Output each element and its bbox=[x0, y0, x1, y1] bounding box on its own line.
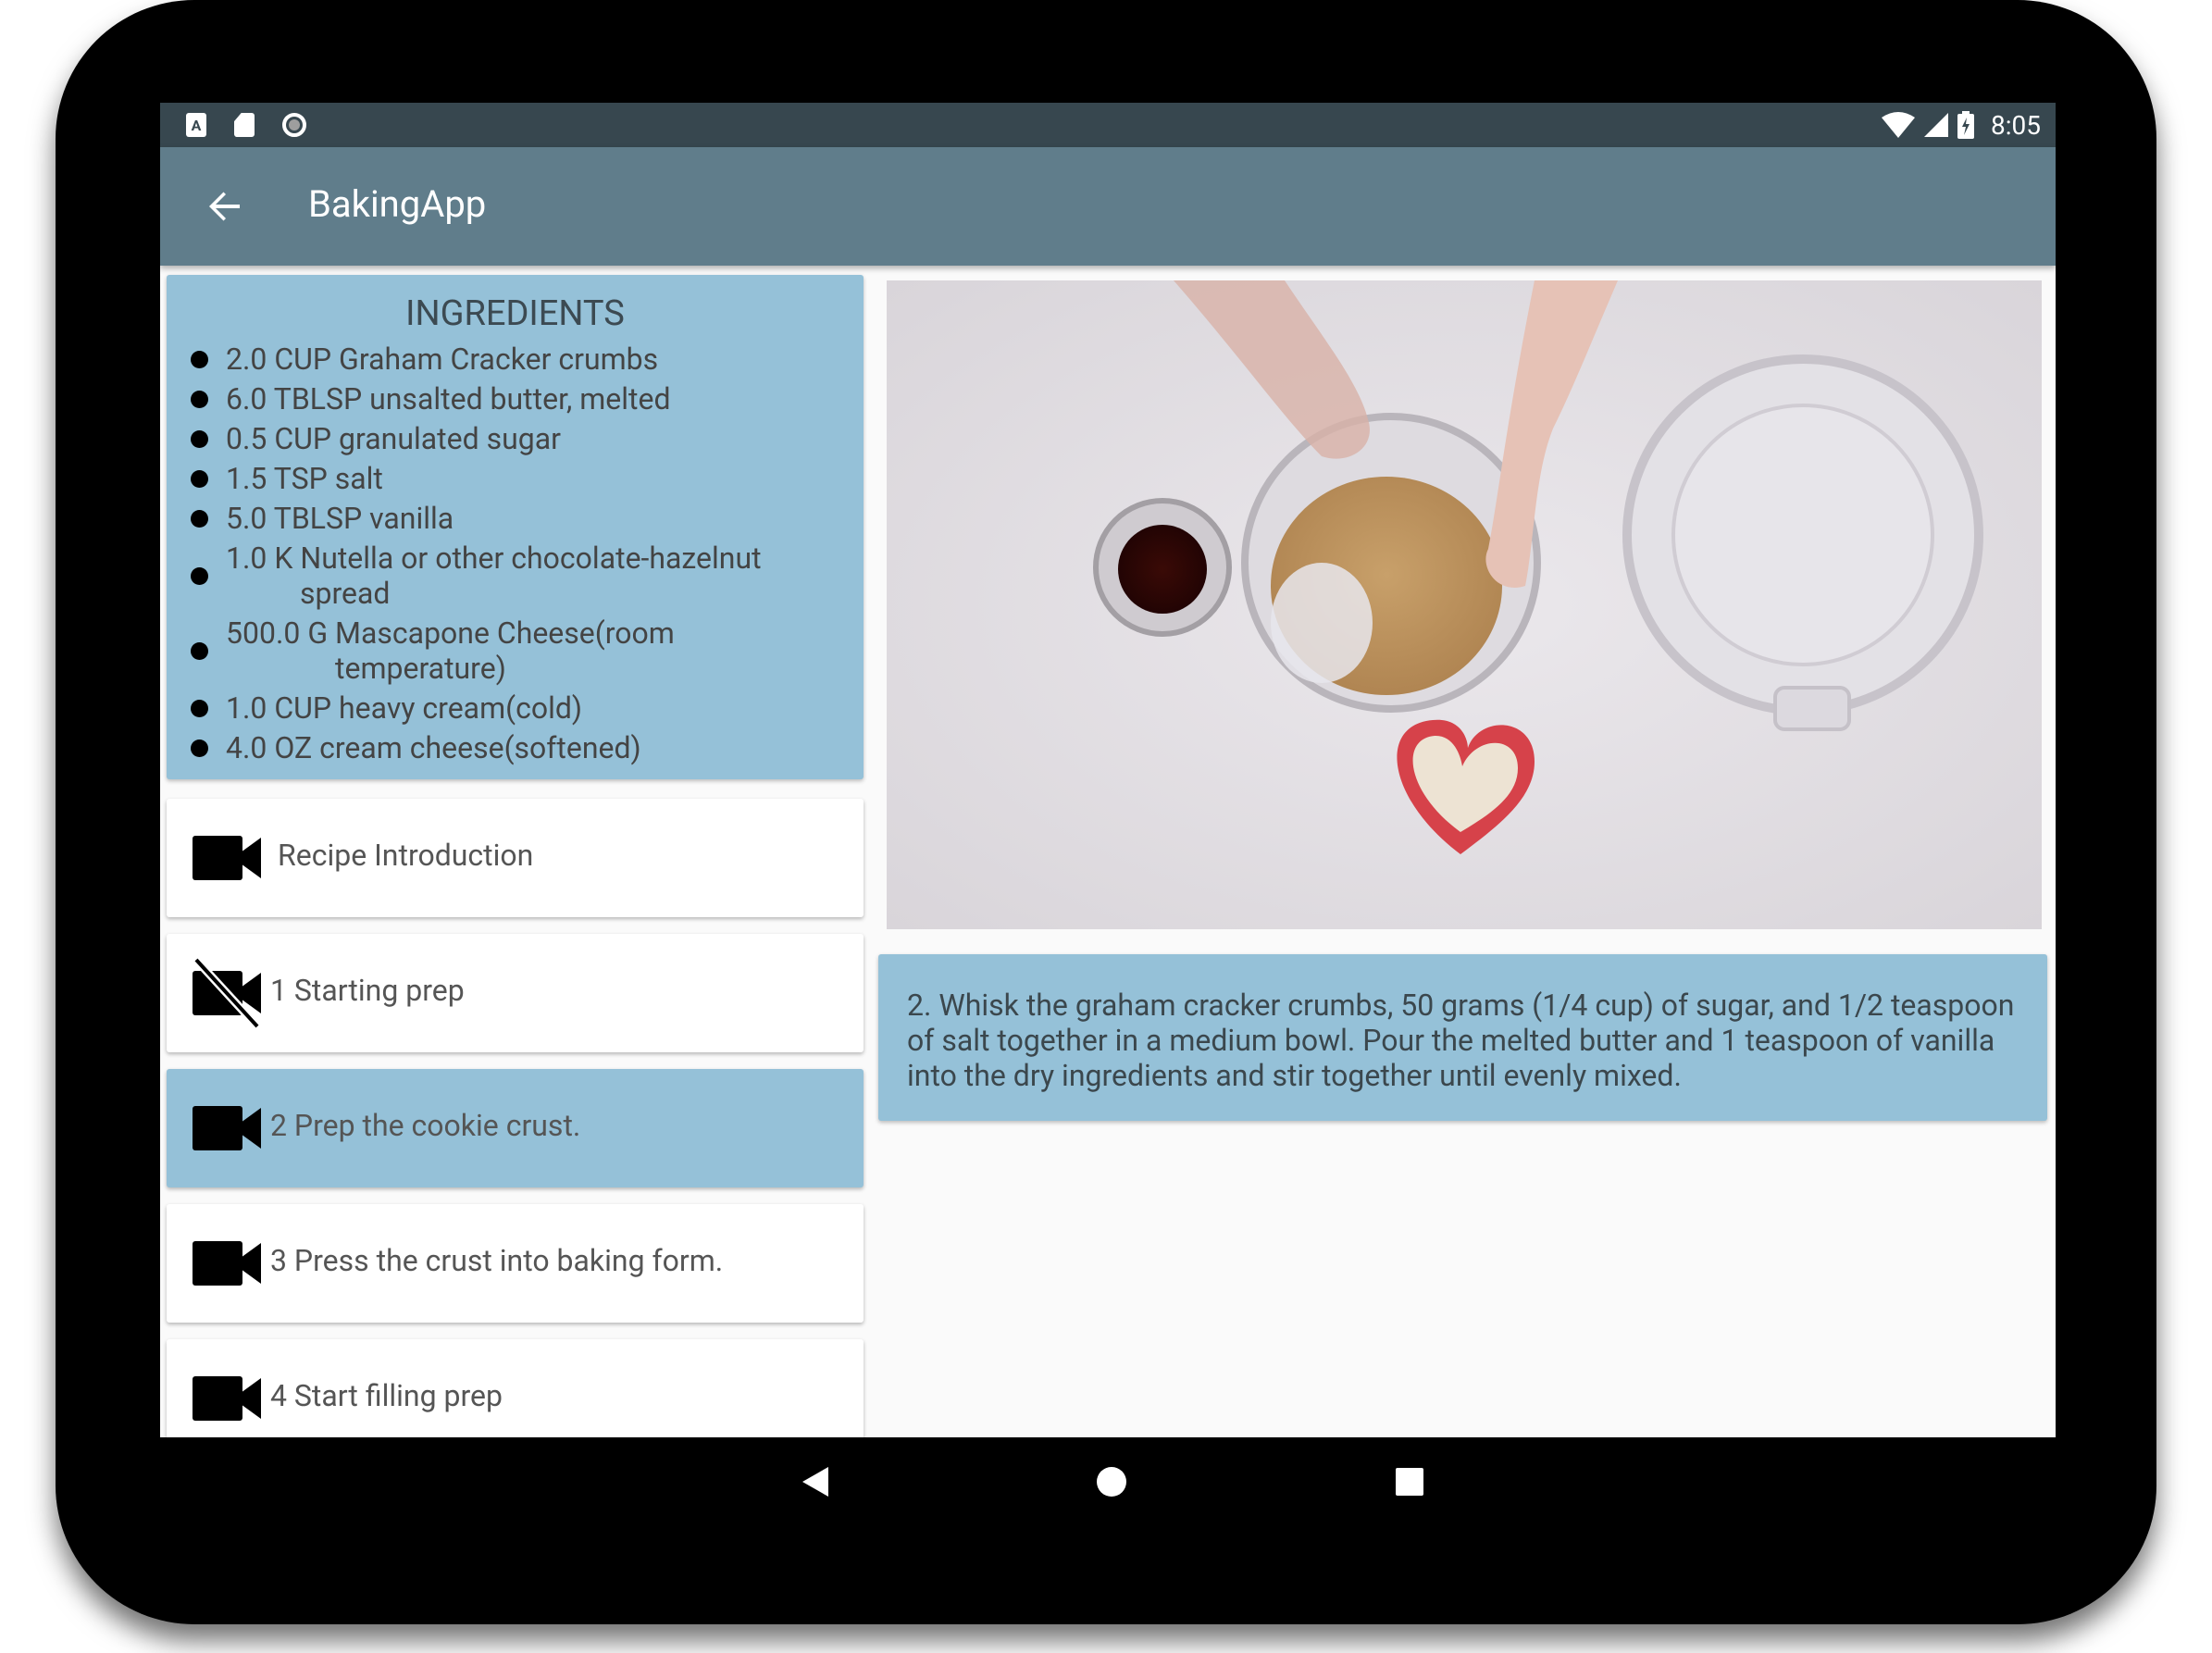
videocam-icon bbox=[193, 1376, 261, 1421]
record-icon bbox=[282, 113, 306, 137]
app-toolbar: BakingApp bbox=[160, 147, 2056, 266]
list-item: 6.0 TBLSP unsalted butter, melted bbox=[191, 381, 839, 416]
bullet-icon bbox=[191, 510, 208, 528]
step-card-3[interactable]: 3 Press the crust into baking form. bbox=[167, 1204, 864, 1323]
step-card-intro[interactable]: Recipe Introduction bbox=[167, 799, 864, 917]
video-player[interactable] bbox=[887, 280, 2042, 929]
list-item: 1.5 TSP salt bbox=[191, 461, 839, 496]
video-frame-image bbox=[887, 280, 2042, 929]
list-item: 1.0 K Nutella or other chocolate-hazelnu… bbox=[191, 541, 839, 611]
list-item: 2.0 CUP Graham Cracker crumbs bbox=[191, 342, 839, 377]
page-title: BakingApp bbox=[308, 182, 487, 226]
bullet-icon bbox=[191, 642, 208, 660]
bullet-icon bbox=[191, 430, 208, 448]
a-icon: A bbox=[186, 113, 206, 137]
ingredients-title: INGREDIENTS bbox=[405, 293, 625, 334]
step-description-text: 2. Whisk the graham cracker crumbs, 50 g… bbox=[907, 988, 2015, 1093]
status-bar: A 8:05 bbox=[160, 103, 2056, 147]
arrow-back-icon[interactable] bbox=[197, 179, 253, 234]
step-label: 1 Starting prep bbox=[270, 973, 465, 1008]
bullet-icon bbox=[191, 700, 208, 717]
bullet-icon bbox=[191, 351, 208, 368]
step-card-4[interactable]: 4 Start filling prep bbox=[167, 1339, 864, 1437]
step-label: 3 Press the crust into baking form. bbox=[270, 1243, 724, 1278]
step-label: 2 Prep the cookie crust. bbox=[270, 1108, 581, 1143]
videocam-icon bbox=[193, 1106, 261, 1150]
signal-icon bbox=[1924, 113, 1948, 137]
battery-charging-icon bbox=[1957, 111, 1974, 139]
nav-home-icon[interactable] bbox=[1086, 1456, 1137, 1508]
list-item: 5.0 TBLSP vanilla bbox=[191, 501, 839, 536]
bullet-icon bbox=[191, 470, 208, 488]
step-label: Recipe Introduction bbox=[278, 838, 534, 873]
videocam-icon bbox=[193, 836, 261, 880]
nav-recents-icon[interactable] bbox=[1384, 1456, 1435, 1508]
bullet-icon bbox=[191, 740, 208, 757]
step-label: 4 Start filling prep bbox=[270, 1378, 503, 1413]
ingredients-card: INGREDIENTS 2.0 CUP Graham Cracker crumb… bbox=[167, 275, 864, 779]
list-item: 0.5 CUP granulated sugar bbox=[191, 421, 839, 456]
step-description-card: 2. Whisk the graham cracker crumbs, 50 g… bbox=[878, 954, 2047, 1121]
wifi-icon bbox=[1882, 112, 1915, 138]
nav-back-icon[interactable] bbox=[789, 1456, 841, 1508]
status-time: 8:05 bbox=[1991, 109, 2041, 141]
list-item: 500.0 G Mascapone Cheese(room temperature… bbox=[191, 615, 839, 686]
videocam-off-icon bbox=[193, 956, 261, 1030]
list-item: 4.0 OZ cream cheese(softened) bbox=[191, 730, 839, 765]
bullet-icon bbox=[191, 391, 208, 408]
list-item: 1.0 CUP heavy cream(cold) bbox=[191, 690, 839, 726]
step-card-2[interactable]: 2 Prep the cookie crust. bbox=[167, 1069, 864, 1187]
ingredients-list: 2.0 CUP Graham Cracker crumbs 6.0 TBLSP … bbox=[191, 342, 839, 770]
sd-card-icon bbox=[234, 113, 255, 137]
step-card-1[interactable]: 1 Starting prep bbox=[167, 934, 864, 1052]
videocam-icon bbox=[193, 1241, 261, 1286]
app-screen: A 8:05 BakingApp INGREDIENTS 2.0 CUP Gra… bbox=[160, 103, 2056, 1437]
bullet-icon bbox=[191, 567, 208, 585]
navigation-bar bbox=[160, 1437, 2056, 1526]
